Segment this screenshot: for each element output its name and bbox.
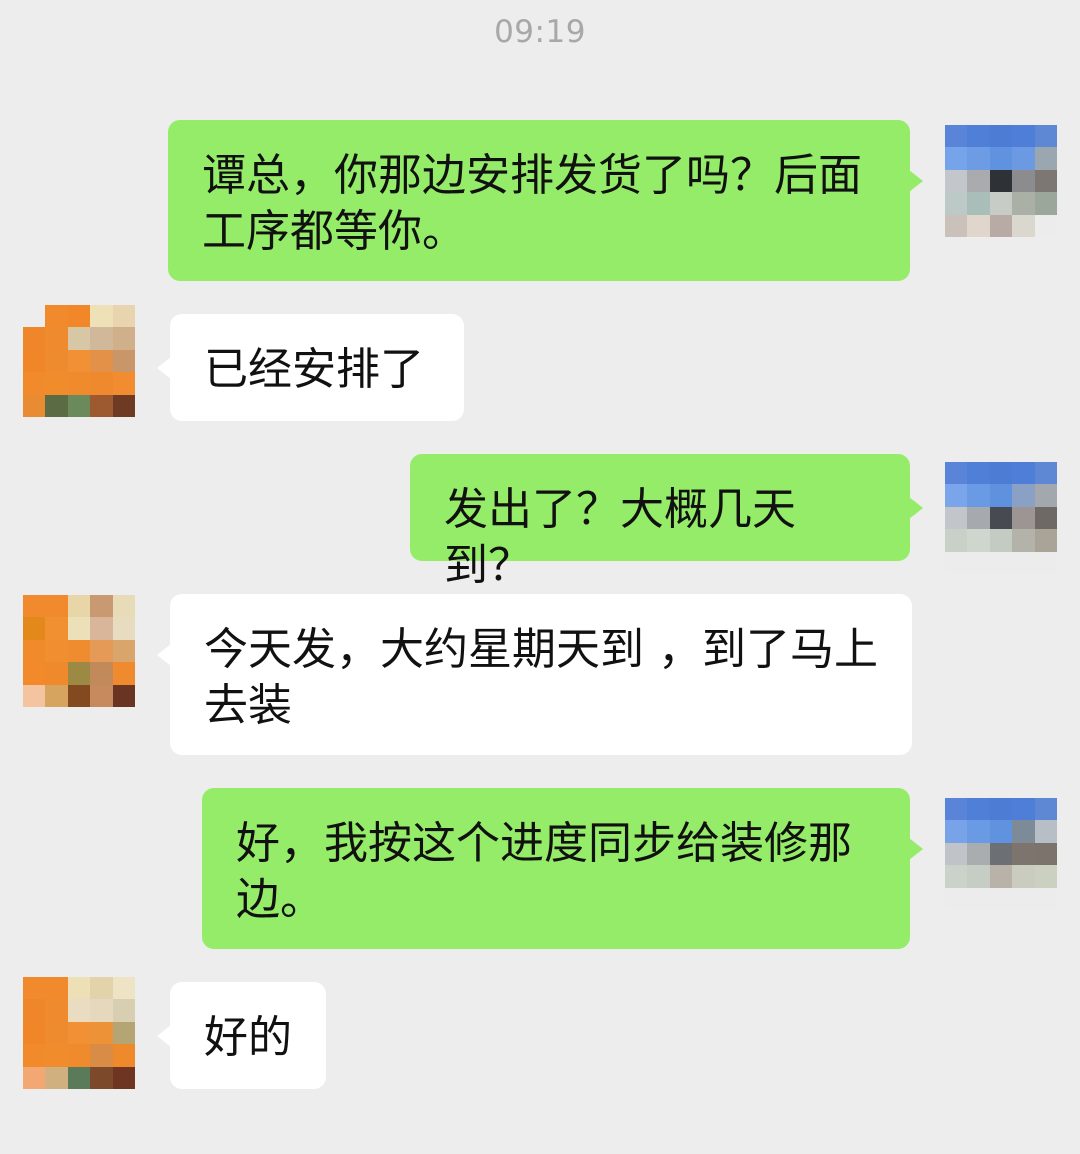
message-text: 谭总，你那边安排发货了吗？后面工序都等你。: [202, 150, 862, 257]
bubble-tail: [909, 497, 923, 519]
message-timestamp: 09:19: [494, 14, 586, 50]
bubble-tail: [909, 170, 923, 192]
message-text: 今天发，大约星期天到 ，到了马上去装: [204, 624, 878, 731]
sent-message-bubble[interactable]: 谭总，你那边安排发货了吗？后面工序都等你。: [168, 120, 923, 281]
my-avatar[interactable]: [945, 462, 1057, 574]
message-text: 已经安排了: [204, 344, 424, 395]
message-text: 好，我按这个进度同步给装修那边。: [236, 818, 852, 925]
message-text: 发出了？大概几天到？: [444, 484, 796, 591]
contact-avatar[interactable]: [23, 977, 135, 1089]
chat-screen: 09:19 谭总，你那边安排发货了吗？后面工序都等你。 已经安排了 发出了？大概…: [0, 0, 1080, 1154]
bubble-tail: [157, 357, 171, 379]
my-avatar[interactable]: [945, 798, 1057, 910]
contact-avatar[interactable]: [23, 305, 135, 417]
sent-message-bubble[interactable]: 好，我按这个进度同步给装修那边。: [202, 788, 923, 949]
received-message-bubble[interactable]: 今天发，大约星期天到 ，到了马上去装: [157, 594, 912, 755]
bubble-tail: [157, 1025, 171, 1047]
my-avatar[interactable]: [945, 125, 1057, 237]
bubble-tail: [909, 838, 923, 860]
message-text: 好的: [204, 1012, 292, 1063]
sent-message-bubble[interactable]: 发出了？大概几天到？: [410, 454, 923, 591]
received-message-bubble[interactable]: 已经安排了: [157, 314, 464, 421]
received-message-bubble[interactable]: 好的: [157, 982, 326, 1089]
bubble-tail: [157, 644, 171, 666]
contact-avatar[interactable]: [23, 595, 135, 707]
